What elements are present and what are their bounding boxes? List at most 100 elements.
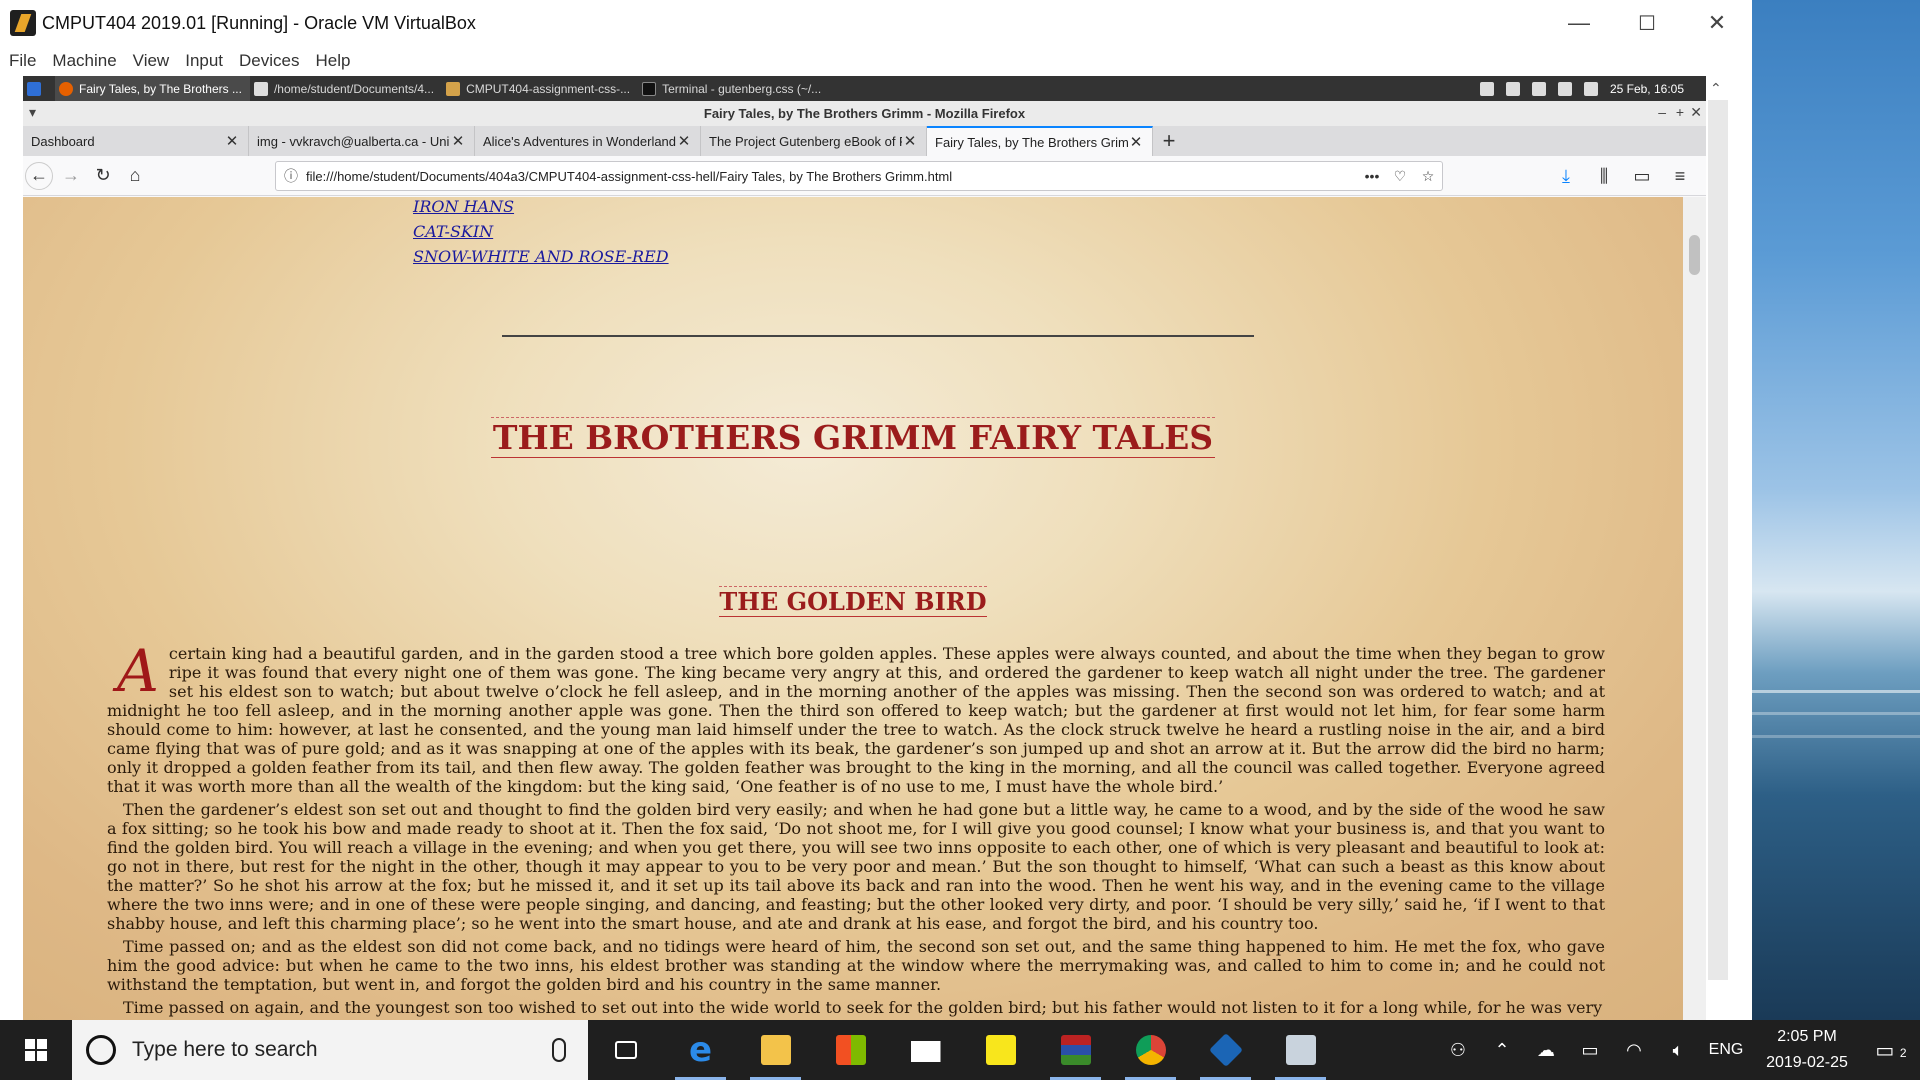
bookmark-star-icon[interactable]: ☆ xyxy=(1414,168,1442,185)
url-bar[interactable]: ⓘ file:///home/student/Documents/404a3/C… xyxy=(275,161,1443,191)
virtualbox-app-icon xyxy=(10,10,36,36)
toc-link-cat-skin[interactable]: CAT-SKIN xyxy=(413,222,493,241)
taskbar-file-explorer[interactable] xyxy=(738,1020,813,1080)
reload-button[interactable]: ↻ xyxy=(87,160,119,192)
toc-link-snow-white[interactable]: SNOW-WHITE AND ROSE-RED xyxy=(413,247,669,266)
taskbar-chrome[interactable] xyxy=(1113,1020,1188,1080)
page-actions-icon[interactable]: ••• xyxy=(1358,168,1386,184)
notes-icon[interactable] xyxy=(1479,81,1494,96)
battery-icon[interactable]: ▭ xyxy=(1568,1040,1612,1061)
clock-date: 2019-02-25 xyxy=(1766,1054,1848,1071)
close-tab-icon[interactable]: ✕ xyxy=(224,132,240,150)
tab-fairy-tales[interactable]: Fairy Tales, by The Brothers Grimm ✕ xyxy=(927,126,1153,156)
close-tab-icon[interactable]: ✕ xyxy=(450,132,466,150)
search-placeholder[interactable]: Type here to search xyxy=(132,1038,552,1062)
taskbar-store[interactable] xyxy=(813,1020,888,1080)
text-editor-icon xyxy=(253,81,268,96)
start-button[interactable] xyxy=(0,1020,72,1080)
guest-task-editor[interactable]: /home/student/Documents/4... xyxy=(250,76,442,101)
downloads-icon[interactable]: ⤓ xyxy=(1550,160,1582,192)
guest-task-folder[interactable]: CMPUT404-assignment-css-... xyxy=(442,76,638,101)
guest-menu-button[interactable] xyxy=(23,76,55,101)
close-tab-icon[interactable]: ✕ xyxy=(902,132,918,150)
clock[interactable]: 2:05 PM 2019-02-25 xyxy=(1752,1024,1862,1076)
vm-display-icon xyxy=(1285,1035,1316,1065)
guest-task-terminal[interactable]: Terminal - gutenberg.css (~/... xyxy=(638,76,829,101)
book-title: THE BROTHERS GRIMM FAIRY TALES xyxy=(490,417,1216,458)
cortana-icon[interactable] xyxy=(86,1035,116,1065)
taskbar-winrar[interactable] xyxy=(1038,1020,1113,1080)
wifi-icon[interactable]: ◠ xyxy=(1612,1040,1656,1061)
firefox-icon xyxy=(59,81,73,96)
library-icon[interactable]: ⫼ xyxy=(1588,160,1620,192)
language-indicator[interactable]: ENG xyxy=(1700,1041,1752,1059)
menu-bar: File Machine View Input Devices Help xyxy=(0,46,357,76)
microphone-icon[interactable] xyxy=(552,1038,566,1062)
scrollbar-thumb[interactable] xyxy=(1689,235,1700,275)
firefox-minimize-button[interactable]: – xyxy=(1658,104,1666,120)
menu-input[interactable]: Input xyxy=(185,51,223,71)
menu-file[interactable]: File xyxy=(9,51,36,71)
battery-icon[interactable] xyxy=(1557,81,1572,96)
firefox-maximize-button[interactable]: + xyxy=(1676,104,1684,120)
forward-button[interactable]: → xyxy=(55,160,87,192)
menu-devices[interactable]: Devices xyxy=(239,51,299,71)
taskbar-virtualbox[interactable] xyxy=(1188,1020,1263,1080)
virtualbox-window: CMPUT404 2019.01 [Running] - Oracle VM V… xyxy=(0,0,1752,1020)
taskbar-sticky-notes[interactable] xyxy=(963,1020,1038,1080)
show-hidden-icons-icon[interactable]: ⌃ xyxy=(1480,1040,1524,1061)
bell-icon[interactable] xyxy=(1505,81,1520,96)
chrome-icon xyxy=(1135,1035,1166,1065)
onedrive-icon[interactable]: ☁ xyxy=(1524,1040,1568,1061)
people-icon[interactable]: ⚇ xyxy=(1436,1040,1480,1061)
edge-icon: e xyxy=(688,1030,713,1070)
vbox-side-scrollbar[interactable] xyxy=(1708,100,1728,980)
virtualbox-titlebar: CMPUT404 2019.01 [Running] - Oracle VM V… xyxy=(0,0,1752,46)
guest-clock[interactable]: 25 Feb, 16:05 xyxy=(1610,82,1684,96)
tab-gutenberg[interactable]: The Project Gutenberg eBook of F ✕ xyxy=(701,126,927,156)
horizontal-rule xyxy=(502,335,1254,337)
firefox-close-button[interactable]: ✕ xyxy=(1690,104,1702,121)
minimize-button[interactable]: — xyxy=(1544,0,1614,46)
toc-link-iron-hans[interactable]: IRON HANS xyxy=(413,197,514,216)
menu-view[interactable]: View xyxy=(133,51,170,71)
navigation-toolbar: ← → ↻ ⌂ ⓘ file:///home/student/Documents… xyxy=(23,156,1706,196)
hamburger-menu-icon[interactable]: ≡ xyxy=(1664,160,1696,192)
pocket-icon[interactable]: ♡ xyxy=(1386,168,1414,185)
close-tab-icon[interactable]: ✕ xyxy=(676,132,692,150)
volume-icon[interactable]: 🔈︎ xyxy=(1656,1040,1700,1061)
tab-alice[interactable]: Alice's Adventures in Wonderland ✕ xyxy=(475,126,701,156)
taskbar-edge[interactable]: e xyxy=(663,1020,738,1080)
vbox-scroll-up-icon[interactable]: ⌃ xyxy=(1710,80,1726,100)
menu-help[interactable]: Help xyxy=(316,51,351,71)
new-tab-button[interactable]: + xyxy=(1153,126,1185,156)
taskbar-mail[interactable] xyxy=(888,1020,963,1080)
taskbar-vm-display[interactable] xyxy=(1263,1020,1338,1080)
task-view-button[interactable] xyxy=(588,1020,663,1080)
action-center-button[interactable]: ▭ 2 xyxy=(1862,1038,1920,1063)
back-button[interactable]: ← xyxy=(25,161,53,190)
xfce-menu-icon xyxy=(27,81,41,96)
close-tab-icon[interactable]: ✕ xyxy=(1128,133,1144,151)
url-text[interactable]: file:///home/student/Documents/404a3/CMP… xyxy=(306,169,1358,184)
guest-task-firefox[interactable]: Fairy Tales, by The Brothers ... xyxy=(55,76,250,101)
home-button[interactable]: ⌂ xyxy=(119,160,151,192)
notification-count: 2 xyxy=(1899,1045,1907,1060)
tab-mail[interactable]: img - vvkravch@ualberta.ca - Uni ✕ xyxy=(249,126,475,156)
volume-icon[interactable] xyxy=(1583,81,1598,96)
tab-strip: Dashboard ✕ img - vvkravch@ualberta.ca - … xyxy=(23,126,1706,156)
menu-machine[interactable]: Machine xyxy=(52,51,116,71)
search-box[interactable]: Type here to search xyxy=(72,1020,588,1080)
page-scrollbar[interactable] xyxy=(1683,197,1706,1020)
maximize-button[interactable]: ☐ xyxy=(1612,0,1682,46)
network-icon[interactable] xyxy=(1531,81,1546,96)
window-menu-icon[interactable]: ▾ xyxy=(29,104,36,121)
guest-screen: Fairy Tales, by The Brothers ... /home/s… xyxy=(23,76,1706,1020)
window-title: CMPUT404 2019.01 [Running] - Oracle VM V… xyxy=(42,12,476,33)
close-button[interactable]: ✕ xyxy=(1682,0,1752,46)
firefox-window-title: Fairy Tales, by The Brothers Grimm - Moz… xyxy=(703,106,1026,121)
sidebar-icon[interactable]: ▭ xyxy=(1626,160,1658,192)
tab-dashboard[interactable]: Dashboard ✕ xyxy=(23,126,249,156)
firefox-titlebar: ▾ Fairy Tales, by The Brothers Grimm - M… xyxy=(23,101,1706,126)
info-icon[interactable]: ⓘ xyxy=(276,166,306,186)
